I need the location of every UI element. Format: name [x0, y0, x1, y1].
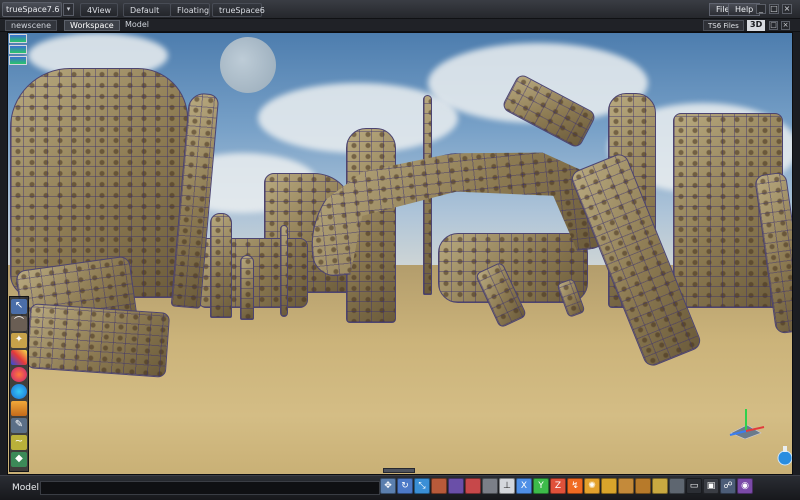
light-icon[interactable]: ✦	[11, 333, 27, 348]
object-icon[interactable]	[448, 478, 464, 494]
layout-tab-4view[interactable]: 4View	[80, 3, 119, 17]
tab-newscene[interactable]: newscene	[5, 20, 58, 31]
rock-spire-mesh[interactable]	[280, 225, 288, 317]
render-icon[interactable]: ◆	[11, 452, 27, 467]
material-icon[interactable]	[601, 478, 617, 494]
view-close-button[interactable]: ×	[781, 21, 790, 30]
object-icon[interactable]	[431, 478, 447, 494]
tab-model[interactable]: Model	[120, 20, 154, 31]
box-icon[interactable]	[635, 478, 651, 494]
scale-icon[interactable]: ⤡	[414, 478, 430, 494]
shell-icon[interactable]: ▭	[686, 478, 702, 494]
sphere-icon[interactable]	[11, 384, 27, 399]
snap-icon[interactable]: ↯	[567, 478, 583, 494]
network-icon[interactable]: ☍	[720, 478, 736, 494]
rock-pillar-mesh[interactable]	[210, 213, 232, 318]
render-icon[interactable]	[669, 478, 685, 494]
ts6-files-button[interactable]: TS6 Files	[703, 20, 744, 31]
light-icon[interactable]: ✺	[584, 478, 600, 494]
minimize-button[interactable]: _	[756, 4, 766, 14]
layout-tab-floating[interactable]: Floating	[170, 3, 210, 17]
command-field[interactable]	[40, 481, 380, 495]
point-edit-icon[interactable]	[9, 45, 27, 54]
axis-icon[interactable]: ⊥	[499, 478, 515, 494]
axis-x-icon[interactable]: X	[516, 478, 532, 494]
bottom-toolbar: ✥ ↻ ⤡ ⊥ X Y Z ↯ ✺ ▭ ▣ ☍ ◉	[380, 474, 753, 496]
object-icon[interactable]	[465, 478, 481, 494]
object-select-icon[interactable]	[9, 34, 27, 43]
left-toolbar: ↖ ⌒ ✦ ✎ ~ ◆	[9, 296, 29, 472]
rotate-icon[interactable]: ↻	[397, 478, 413, 494]
navigation-orb-icon[interactable]	[776, 445, 793, 467]
foreground-block-mesh[interactable]	[25, 303, 171, 378]
layout-tab-default[interactable]: Default	[123, 3, 171, 17]
camera-icon[interactable]: ◉	[737, 478, 753, 494]
app-title[interactable]: trueSpace7.6	[2, 2, 62, 17]
toolbar-grip[interactable]	[383, 468, 415, 473]
view-mode-3d-button[interactable]: 3D	[747, 20, 766, 31]
object-icon[interactable]	[482, 478, 498, 494]
lasso-icon[interactable]: ⌒	[11, 316, 27, 331]
title-bar: trueSpace7.6 ▾ 4View Default Floating tr…	[0, 0, 800, 19]
maximize-button[interactable]: □	[769, 4, 779, 14]
app-menu-button[interactable]: ▾	[63, 3, 74, 16]
axis-gizmo-icon[interactable]	[725, 405, 767, 439]
left-top-toolbar	[9, 34, 27, 66]
cube-icon[interactable]	[11, 401, 27, 416]
model-label: Model	[12, 483, 40, 493]
layout-tab-truespace6[interactable]: trueSpace6	[212, 3, 265, 17]
move-icon[interactable]: ✥	[380, 478, 396, 494]
rock-pillar-mesh[interactable]	[240, 255, 254, 320]
tab-bar: newscene Workspace Model TS6 Files 3D □ …	[0, 19, 800, 32]
grid-icon[interactable]	[9, 56, 27, 65]
paint-icon[interactable]	[11, 367, 27, 382]
axis-y-icon[interactable]: Y	[533, 478, 549, 494]
material-icon[interactable]	[11, 350, 27, 365]
tab-workspace[interactable]: Workspace	[64, 20, 120, 31]
select-icon[interactable]: ↖	[11, 299, 27, 314]
light-icon[interactable]	[652, 478, 668, 494]
wand-icon[interactable]: ✎	[11, 418, 27, 433]
3d-viewport[interactable]	[7, 32, 793, 475]
moon-image	[220, 37, 276, 93]
deform-icon[interactable]: ~	[11, 435, 27, 450]
window-icon[interactable]: ▣	[703, 478, 719, 494]
box-icon[interactable]	[618, 478, 634, 494]
axis-z-icon[interactable]: Z	[550, 478, 566, 494]
view-maximize-button[interactable]: □	[769, 21, 778, 30]
close-button[interactable]: ×	[782, 4, 792, 14]
